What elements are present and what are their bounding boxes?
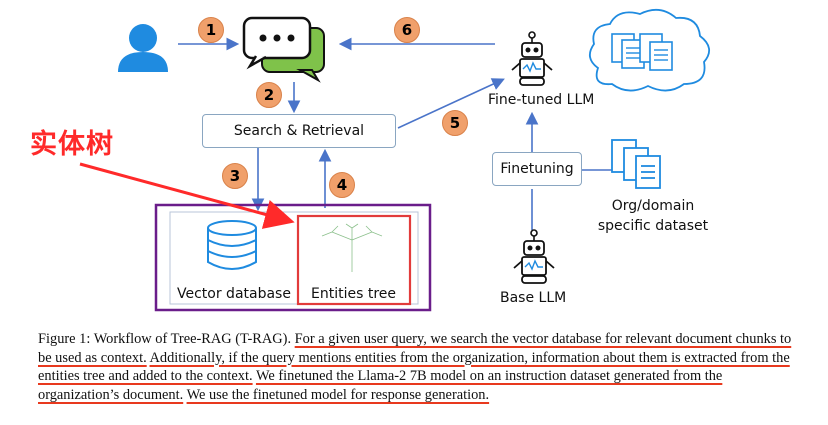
step-6-badge: 6: [394, 17, 420, 43]
step-5-badge: 5: [442, 110, 468, 136]
dataset-label: Org/domain specific dataset: [588, 196, 718, 236]
fine-tuned-llm-label: Fine-tuned LLM: [488, 92, 595, 108]
chat-bubbles-icon: [242, 16, 325, 83]
entity-tree-annotation: 实体树: [30, 129, 114, 160]
database-icon: [207, 220, 257, 270]
caption-prefix: Figure 1: Workflow of Tree-RAG (T-RAG).: [38, 331, 295, 347]
entities-tree-label: Entities tree: [311, 286, 396, 302]
dataset-label-line1: Org/domain: [611, 198, 695, 214]
step-1-badge: 1: [198, 17, 224, 43]
robot-icon: [511, 31, 553, 86]
documents-cloud-icon: [588, 8, 710, 92]
step-4-badge: 4: [329, 172, 355, 198]
search-retrieval-box: Search & Retrieval: [202, 114, 396, 148]
step-3-badge: 3: [222, 163, 248, 189]
user-icon: [118, 24, 168, 72]
robot-icon: [513, 229, 555, 284]
base-llm-label: Base LLM: [500, 290, 567, 306]
documents-icon: [611, 139, 661, 189]
step-2-badge: 2: [256, 82, 282, 108]
figure-caption: Figure 1: Workflow of Tree-RAG (T-RAG). …: [38, 330, 798, 404]
caption-sentence-4: We use the finetuned model for response …: [186, 386, 490, 403]
dataset-label-line2: specific dataset: [597, 218, 709, 234]
vector-database-label: Vector database: [177, 286, 291, 302]
finetuning-box: Finetuning: [492, 152, 582, 186]
